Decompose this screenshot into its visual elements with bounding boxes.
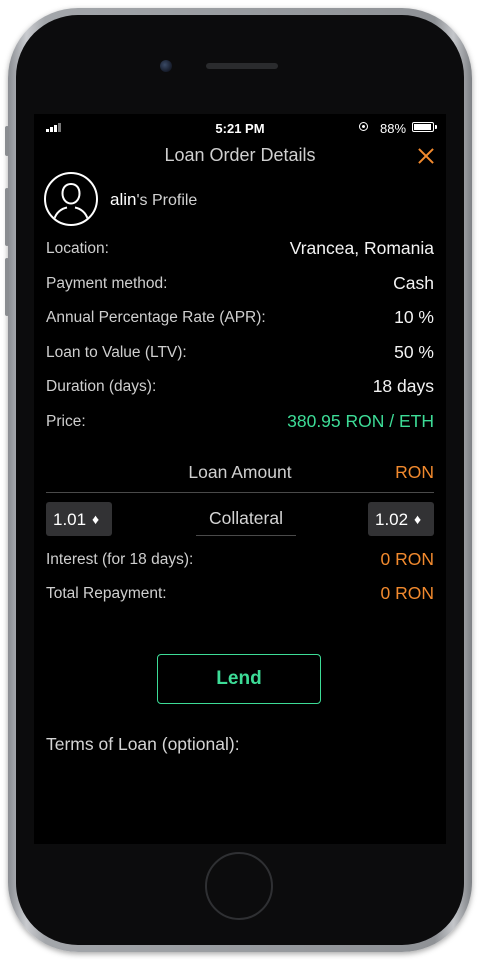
ltv-row: Loan to Value (LTV): 50 % xyxy=(46,342,434,366)
close-icon[interactable] xyxy=(414,144,438,168)
title-bar: Loan Order Details xyxy=(34,142,446,172)
collateral-underline xyxy=(196,535,296,536)
lend-button[interactable]: Lend xyxy=(157,654,321,704)
profile-link[interactable]: alin's Profile xyxy=(44,172,344,228)
price-value: 380.95 RON / ETH xyxy=(287,411,434,431)
interest-row: Interest (for 18 days): 0 RON xyxy=(46,549,434,573)
location-label: Location: xyxy=(46,240,109,257)
mute-switch xyxy=(5,126,9,156)
collateral-max-value: 1.02 xyxy=(375,510,409,529)
location-value: Vrancea, Romania xyxy=(289,238,434,258)
apr-label: Annual Percentage Rate (APR): xyxy=(46,309,266,326)
ltv-label: Loan to Value (LTV): xyxy=(46,344,187,361)
apr-value: 10 % xyxy=(394,307,434,327)
payment-method-value: Cash xyxy=(393,273,434,293)
duration-row: Duration (days): 18 days xyxy=(46,376,434,400)
location-row: Location: Vrancea, Romania xyxy=(46,238,434,262)
collateral-row: 1.01 ♦ Collateral 1.02 ♦ xyxy=(46,502,434,538)
duration-value: 18 days xyxy=(372,376,434,396)
status-bar: 5:21 PM 88% xyxy=(34,114,446,142)
duration-label: Duration (days): xyxy=(46,378,157,395)
loan-amount-field[interactable]: Loan Amount RON xyxy=(46,460,434,493)
ltv-value: 50 % xyxy=(394,342,434,362)
collateral-min-box[interactable]: 1.01 ♦ xyxy=(46,502,112,536)
loan-amount-currency: RON xyxy=(395,462,434,482)
loan-amount-label: Loan Amount xyxy=(188,462,292,482)
interest-label: Interest (for 18 days): xyxy=(46,551,194,568)
collateral-max-box[interactable]: 1.02 ♦ xyxy=(368,502,434,536)
apr-row: Annual Percentage Rate (APR): 10 % xyxy=(46,307,434,331)
battery-percent: 88% xyxy=(380,121,407,136)
page-title: Loan Order Details xyxy=(164,145,316,165)
profile-label: alin's Profile xyxy=(110,190,197,210)
profile-name: alin xyxy=(110,190,137,209)
payment-method-row: Payment method: Cash xyxy=(46,273,434,297)
total-repayment-value: 0 RON xyxy=(380,583,434,603)
total-repayment-label: Total Repayment: xyxy=(46,585,167,602)
price-label: Price: xyxy=(46,413,86,430)
volume-down-button xyxy=(5,258,9,316)
collateral-min-value: 1.01 xyxy=(53,510,87,529)
total-repayment-row: Total Repayment: 0 RON xyxy=(46,583,434,607)
volume-up-button xyxy=(5,188,9,246)
profile-suffix: 's Profile xyxy=(136,192,198,209)
orientation-lock-icon xyxy=(359,122,368,131)
eth-icon: ♦ xyxy=(92,511,100,527)
payment-method-label: Payment method: xyxy=(46,275,168,292)
eth-icon: ♦ xyxy=(414,511,422,527)
front-camera xyxy=(160,60,172,72)
earpiece-speaker xyxy=(206,63,278,69)
battery-icon xyxy=(412,122,437,132)
collateral-label: Collateral xyxy=(209,508,283,528)
interest-value: 0 RON xyxy=(380,549,434,569)
terms-of-loan-label[interactable]: Terms of Loan (optional): xyxy=(46,734,240,755)
price-row: Price: 380.95 RON / ETH xyxy=(46,411,434,435)
avatar-icon xyxy=(44,172,98,226)
app-screen: 5:21 PM 88% Loan Order Details alin's Pr… xyxy=(34,114,446,844)
home-button[interactable] xyxy=(205,852,273,920)
